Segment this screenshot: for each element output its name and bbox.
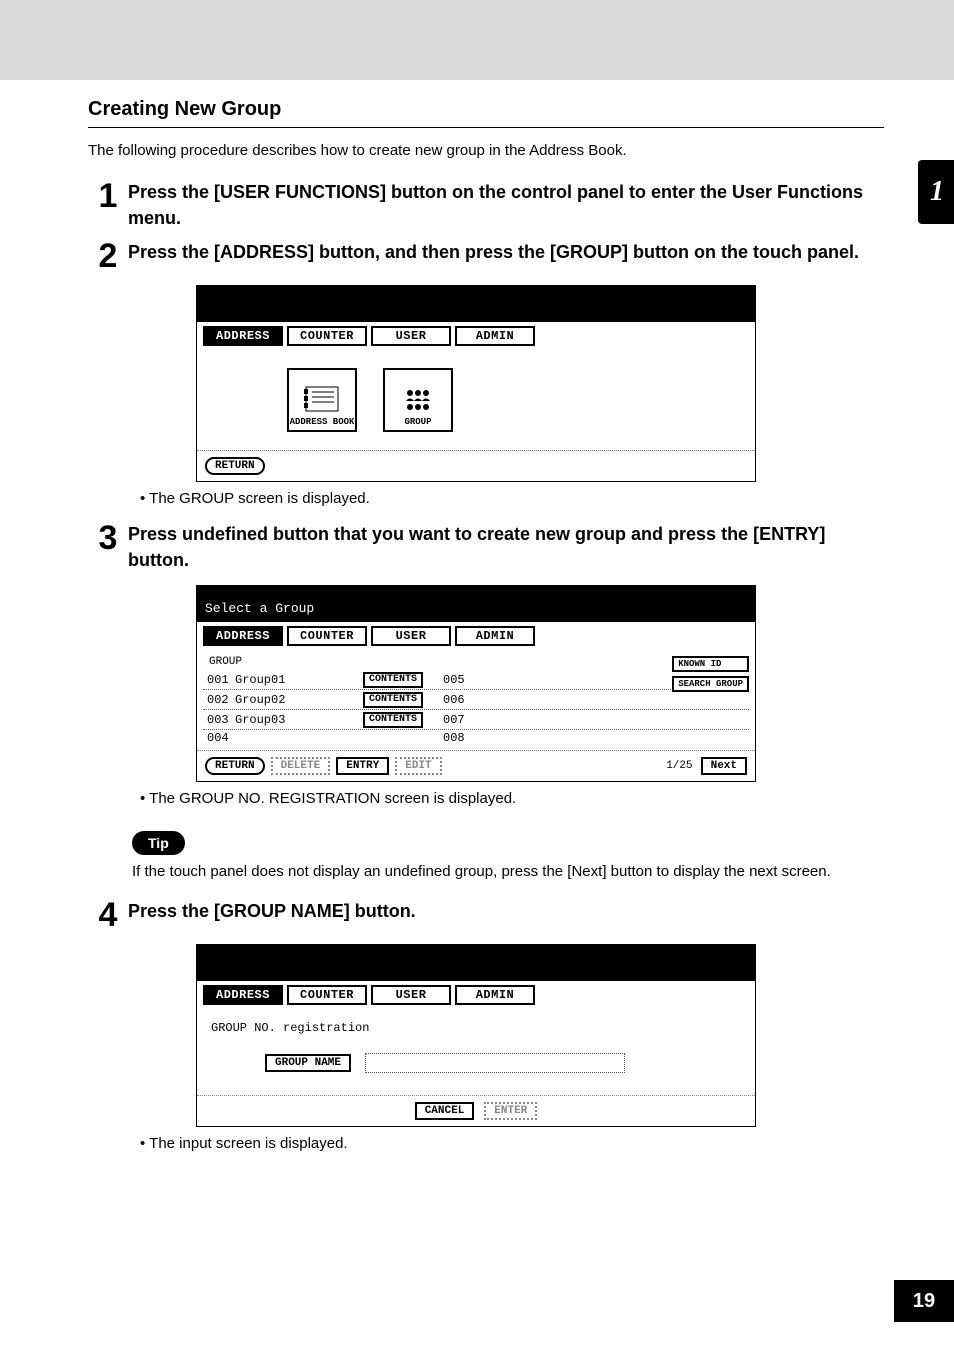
step-4: 4 Press the [GROUP NAME] button. xyxy=(88,898,884,932)
group-id: 004 xyxy=(207,731,235,745)
tab-counter[interactable]: COUNTER xyxy=(287,985,367,1005)
address-book-label: ADDRESS BOOK xyxy=(290,417,355,427)
tab-address[interactable]: ADDRESS xyxy=(203,326,283,346)
address-book-icon xyxy=(302,383,342,417)
group-name: Group02 xyxy=(235,693,285,707)
touch-panel-figure-3: ADDRESS COUNTER USER ADMIN GROUP NO. reg… xyxy=(196,944,756,1127)
chapter-tab: 1 xyxy=(918,160,954,224)
tab-address[interactable]: ADDRESS xyxy=(203,985,283,1005)
group-row[interactable]: 004 008 xyxy=(203,730,749,746)
tab-counter[interactable]: COUNTER xyxy=(287,326,367,346)
cancel-button[interactable]: CANCEL xyxy=(415,1102,475,1120)
step-number: 2 xyxy=(88,239,128,273)
touch-panel-figure-1: ADDRESS COUNTER USER ADMIN ADDRESS BOOK … xyxy=(196,285,756,482)
tab-admin[interactable]: ADMIN xyxy=(455,626,535,646)
group-id: 001 xyxy=(207,673,235,687)
tab-admin[interactable]: ADMIN xyxy=(455,326,535,346)
section-title: Creating New Group xyxy=(88,90,884,128)
group-row[interactable]: 002Group02 CONTENTS 006 xyxy=(203,690,749,710)
group-row[interactable]: 003Group03 CONTENTS 007 xyxy=(203,710,749,730)
group-name: Group03 xyxy=(235,713,285,727)
contents-button[interactable]: CONTENTS xyxy=(363,712,423,728)
return-button[interactable]: RETURN xyxy=(205,457,265,475)
step4-note: The input screen is displayed. xyxy=(140,1135,884,1152)
tip-badge: Tip xyxy=(132,831,185,855)
step-2: 2 Press the [ADDRESS] button, and then p… xyxy=(88,239,884,273)
step-number: 3 xyxy=(88,521,128,555)
group-name: Group01 xyxy=(235,673,285,687)
group-id: 007 xyxy=(443,713,465,727)
registration-subtitle: GROUP NO. registration xyxy=(209,1019,743,1053)
enter-button: ENTER xyxy=(484,1102,537,1120)
intro-text: The following procedure describes how to… xyxy=(88,142,884,159)
tip-text: If the touch panel does not display an u… xyxy=(132,863,884,880)
panel-titlebar xyxy=(197,286,755,322)
tab-user[interactable]: USER xyxy=(371,985,451,1005)
group-button[interactable]: GROUP xyxy=(383,368,453,432)
delete-button: DELETE xyxy=(271,757,331,775)
step-3: 3 Press undefined button that you want t… xyxy=(88,521,884,573)
tab-user[interactable]: USER xyxy=(371,326,451,346)
group-id: 006 xyxy=(443,693,465,707)
group-id: 008 xyxy=(443,731,465,745)
search-group-button[interactable]: SEARCH GROUP xyxy=(672,676,749,692)
contents-button[interactable]: CONTENTS xyxy=(363,692,423,708)
group-list-header: GROUP xyxy=(203,654,749,670)
contents-button[interactable]: CONTENTS xyxy=(363,672,423,688)
panel-titlebar: Select a Group xyxy=(197,586,755,622)
edit-button: EDIT xyxy=(395,757,441,775)
panel-tabs: ADDRESS COUNTER USER ADMIN xyxy=(197,981,755,1009)
address-book-button[interactable]: ADDRESS BOOK xyxy=(287,368,357,432)
group-icon xyxy=(398,383,438,417)
step-number: 4 xyxy=(88,898,128,932)
group-label: GROUP xyxy=(404,417,431,427)
top-gray-band xyxy=(0,0,954,80)
step-text: Press the [ADDRESS] button, and then pre… xyxy=(128,239,884,265)
step-text: Press undefined button that you want to … xyxy=(128,521,884,573)
panel-tabs: ADDRESS COUNTER USER ADMIN xyxy=(197,322,755,350)
step3-note: The GROUP NO. REGISTRATION screen is dis… xyxy=(140,790,884,807)
return-button[interactable]: RETURN xyxy=(205,757,265,775)
panel-tabs: ADDRESS COUNTER USER ADMIN xyxy=(197,622,755,650)
step2-note: The GROUP screen is displayed. xyxy=(140,490,884,507)
step-text: Press the [GROUP NAME] button. xyxy=(128,898,884,924)
group-name-input[interactable] xyxy=(365,1053,625,1073)
step-1: 1 Press the [USER FUNCTIONS] button on t… xyxy=(88,179,884,231)
next-button[interactable]: Next xyxy=(701,757,747,775)
tab-address[interactable]: ADDRESS xyxy=(203,626,283,646)
group-id: 003 xyxy=(207,713,235,727)
group-id: 005 xyxy=(443,673,465,687)
page-number: 19 xyxy=(894,1280,954,1322)
entry-button[interactable]: ENTRY xyxy=(336,757,389,775)
panel-titlebar xyxy=(197,945,755,981)
tab-counter[interactable]: COUNTER xyxy=(287,626,367,646)
step-text: Press the [USER FUNCTIONS] button on the… xyxy=(128,179,884,231)
known-id-button[interactable]: KNOWN ID xyxy=(672,656,749,672)
tab-user[interactable]: USER xyxy=(371,626,451,646)
touch-panel-figure-2: Select a Group ADDRESS COUNTER USER ADMI… xyxy=(196,585,756,782)
page-indicator: 1/25 xyxy=(666,760,692,772)
tab-admin[interactable]: ADMIN xyxy=(455,985,535,1005)
group-name-button[interactable]: GROUP NAME xyxy=(265,1054,351,1072)
group-id: 002 xyxy=(207,693,235,707)
group-row[interactable]: 001Group01 CONTENTS 005 xyxy=(203,670,749,690)
step-number: 1 xyxy=(88,179,128,213)
